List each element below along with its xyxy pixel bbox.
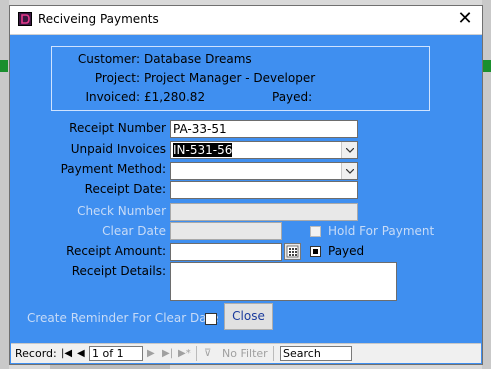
receiving-payments-dialog: Reciveing Payments ✕ Customer: Database … xyxy=(9,5,483,365)
background-app-right-edge xyxy=(482,0,491,369)
title-bar[interactable]: Reciveing Payments ✕ xyxy=(10,6,482,35)
receipt-details-label: Receipt Details: xyxy=(71,264,166,278)
receipt-date-field[interactable] xyxy=(170,181,358,199)
chevron-down-icon[interactable] xyxy=(341,163,357,179)
next-record-icon[interactable]: ▶ xyxy=(147,348,155,359)
nav-separator xyxy=(196,346,197,361)
new-record-icon[interactable]: ▶* xyxy=(178,348,191,359)
record-position-field[interactable]: 1 of 1 xyxy=(89,346,143,361)
check-number-label: Check Number xyxy=(77,204,166,218)
receipt-amount-field[interactable] xyxy=(170,243,282,261)
project-label: Project: xyxy=(94,71,140,85)
background-app-marker-left xyxy=(0,60,8,72)
unpaid-invoices-combo[interactable]: IN-531-56 xyxy=(170,141,358,159)
receipt-number-field[interactable]: PA-33-51 xyxy=(170,120,358,138)
payment-method-label: Payment Method: xyxy=(60,162,166,176)
previous-record-icon[interactable]: ◀ xyxy=(77,348,85,359)
create-reminder-label: Create Reminder For Clear Date xyxy=(27,311,219,325)
record-label: Record: xyxy=(15,347,57,360)
search-input[interactable]: Search xyxy=(280,346,352,361)
project-value: Project Manager - Developer xyxy=(144,71,316,85)
access-app-icon xyxy=(18,12,32,26)
background-app-marker-right xyxy=(483,60,491,72)
invoiced-value: £1,280.82 xyxy=(144,90,206,104)
nav-separator xyxy=(273,346,274,361)
payed-checkbox[interactable] xyxy=(310,246,321,257)
close-button[interactable]: Close xyxy=(224,303,273,330)
unpaid-invoices-label: Unpaid Invoices xyxy=(70,142,166,156)
payed-info-label: Payed: xyxy=(272,90,313,104)
customer-value: Database Dreams xyxy=(144,52,252,66)
clear-date-label: Clear Date xyxy=(102,224,166,238)
window-title: Reciveing Payments xyxy=(38,12,159,26)
background-app-left-edge xyxy=(0,0,9,369)
record-navigation-bar: Record: |◀ ◀ 1 of 1 ▶ ▶| ▶* ⊽ No Filter … xyxy=(11,343,481,363)
chevron-down-icon[interactable] xyxy=(341,142,357,158)
last-record-icon[interactable]: ▶| xyxy=(162,348,173,359)
receipt-details-textarea[interactable] xyxy=(170,262,397,301)
calculator-icon[interactable] xyxy=(284,243,301,260)
payed-label: Payed xyxy=(328,244,365,258)
no-filter-button[interactable]: No Filter xyxy=(222,347,268,360)
receipt-number-label: Receipt Number xyxy=(69,121,166,135)
unpaid-invoices-selected-text: IN-531-56 xyxy=(173,143,233,157)
customer-label: Customer: xyxy=(77,52,140,66)
close-icon[interactable]: ✕ xyxy=(454,8,476,30)
clear-date-field[interactable] xyxy=(170,222,282,240)
hold-for-payment-checkbox[interactable] xyxy=(310,226,321,237)
first-record-icon[interactable]: |◀ xyxy=(61,348,72,359)
hold-for-payment-label: Hold For Payment xyxy=(328,224,435,238)
create-reminder-checkbox[interactable] xyxy=(205,313,217,325)
payment-method-combo[interactable] xyxy=(170,162,358,180)
receipt-date-label: Receipt Date: xyxy=(84,182,166,196)
filter-icon: ⊽ xyxy=(204,348,212,359)
receipt-amount-label: Receipt Amount: xyxy=(66,244,166,258)
check-number-field[interactable] xyxy=(170,203,358,221)
invoiced-label: Invoiced: xyxy=(85,90,140,104)
